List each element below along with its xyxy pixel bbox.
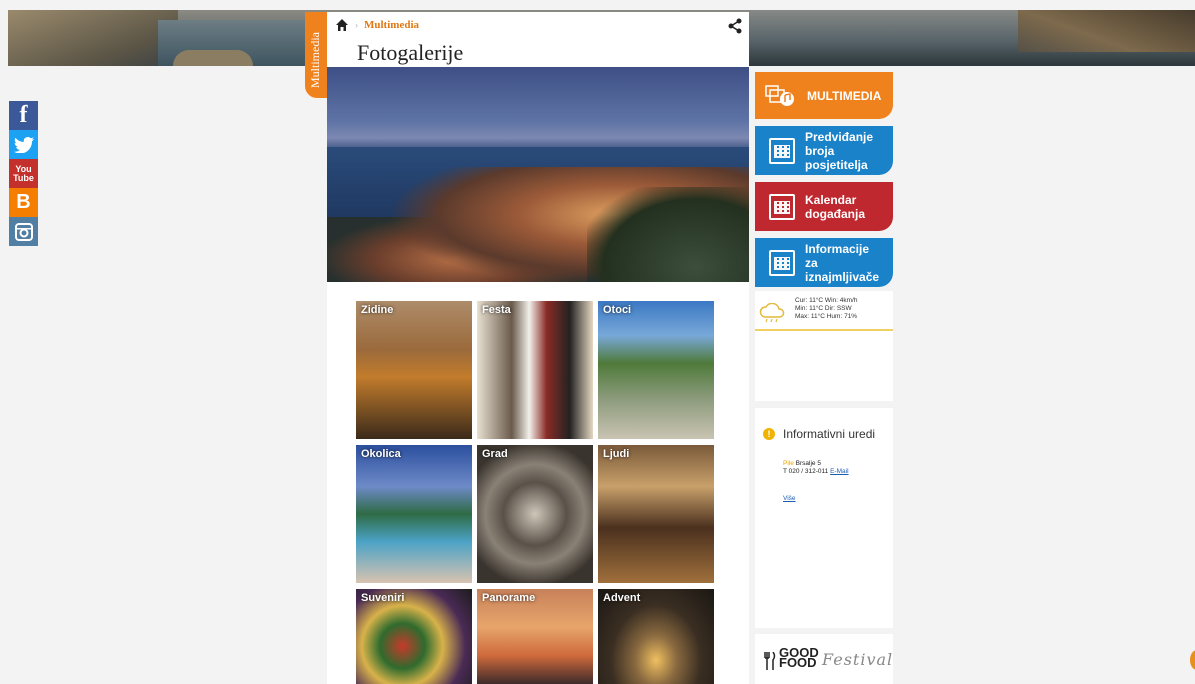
gallery-tile-label: Zidine (361, 304, 394, 316)
instagram-icon[interactable] (9, 217, 38, 246)
gallery-tile-suveniri[interactable]: Suveniri (356, 589, 472, 684)
social-links: f You Tube B (9, 101, 38, 246)
weather-readings: Cur: 11°C Win: 4km/h Min: 11°C Dir: SSW … (795, 297, 857, 321)
gallery-tile-label: Advent (603, 592, 641, 604)
info-offices-widget: ! Informativni uredi Pile Brsalje 5 T 02… (755, 408, 893, 628)
weather-divider (755, 329, 893, 331)
office-address: Pile Brsalje 5 T 020 / 312-011 E-Mail (783, 460, 849, 476)
page-title: Fotogalerije (357, 40, 464, 65)
gallery-tile-festa[interactable]: Festa (477, 301, 593, 439)
good-food-festival-banner[interactable]: GOOD FOOD Festival (755, 634, 893, 684)
gallery-tile-label: Suveniri (361, 592, 405, 604)
visitor-forecast-button[interactable]: Predviđanje broja posjetitelja (755, 126, 893, 175)
gallery-tile-okolica[interactable]: Okolica (356, 445, 472, 583)
office-phone: T 020 / 312-011 (783, 468, 829, 475)
gallery-tile-label: Ljudi (603, 448, 630, 460)
calendar-icon (769, 249, 795, 276)
banner-rock-left (8, 10, 178, 66)
gallery-tile-label: Grad (482, 448, 508, 460)
weather-widget: Cur: 11°C Win: 4km/h Min: 11°C Dir: SSW … (755, 291, 893, 401)
facebook-icon[interactable]: f (9, 101, 38, 130)
blogger-icon[interactable]: B (9, 188, 38, 217)
calendar-icon (769, 193, 795, 220)
home-icon[interactable] (335, 18, 349, 32)
gallery-tile-grad[interactable]: Grad (477, 445, 593, 583)
office-street: Brsalje 5 (795, 460, 821, 467)
info-offices-title: Informativni uredi (783, 427, 876, 441)
breadcrumb: › Multimedia (335, 18, 419, 32)
events-calendar-label: Kalendar događanja (805, 192, 866, 221)
info-icon: ! (763, 428, 775, 440)
good-food-logo-bottom: FOOD (779, 655, 817, 670)
renters-info-label: Informacije za iznajmljivače (805, 241, 880, 284)
gallery-tile-label: Festa (482, 304, 511, 316)
calendar-icon (769, 137, 795, 164)
twitter-icon[interactable] (9, 130, 38, 159)
good-food-logo: GOOD FOOD (764, 646, 819, 670)
weather-row-current: Cur: 11°C Win: 4km/h (795, 297, 858, 304)
breadcrumb-multimedia-link[interactable]: Multimedia (364, 19, 419, 31)
office-name: Pile (783, 460, 794, 467)
info-more-link[interactable]: Više (783, 495, 796, 502)
gallery-tile-label: Okolica (361, 448, 401, 460)
office-email-link[interactable]: E-Mail (830, 468, 848, 475)
hero-image-dubrovnik (327, 67, 749, 282)
gallery-tile-ljudi[interactable]: Ljudi (598, 445, 714, 583)
floating-orange-button[interactable] (1190, 650, 1195, 670)
visitor-forecast-label: Predviđanje broja posjetitelja (805, 129, 874, 172)
multimedia-label: MULTIMEDIA (807, 88, 882, 103)
multimedia-icon (765, 84, 794, 106)
gallery-tile-otoci[interactable]: Otoci (598, 301, 714, 439)
gallery-tile-panorame[interactable]: Panorame (477, 589, 593, 684)
multimedia-side-tab[interactable]: Multimedia (305, 12, 327, 98)
renters-info-button[interactable]: Informacije za iznajmljivače (755, 238, 893, 287)
share-icon[interactable] (727, 18, 743, 34)
weather-row-max: Max: 11°C Hum: 71% (795, 313, 858, 320)
gallery-tile-label: Otoci (603, 304, 632, 316)
side-tab-label: Multimedia (308, 32, 322, 88)
gallery-tile-zidine[interactable]: Zidine (356, 301, 472, 439)
good-food-script: Festival (822, 650, 894, 669)
multimedia-button[interactable]: MULTIMEDIA (755, 72, 893, 119)
hero-hill (587, 187, 749, 282)
banner-rock-small (173, 50, 253, 66)
breadcrumb-separator: › (355, 20, 358, 30)
weather-row-min: Min: 11°C Dir: SSW (795, 305, 852, 312)
youtube-icon[interactable]: You Tube (9, 159, 38, 188)
events-calendar-button[interactable]: Kalendar događanja (755, 182, 893, 231)
cloud-rain-icon (759, 303, 785, 323)
banner-rock-right (1018, 10, 1195, 52)
gallery-tile-advent[interactable]: Advent (598, 589, 714, 684)
fork-knife-icon (764, 652, 776, 670)
gallery-tile-label: Panorame (482, 592, 536, 604)
